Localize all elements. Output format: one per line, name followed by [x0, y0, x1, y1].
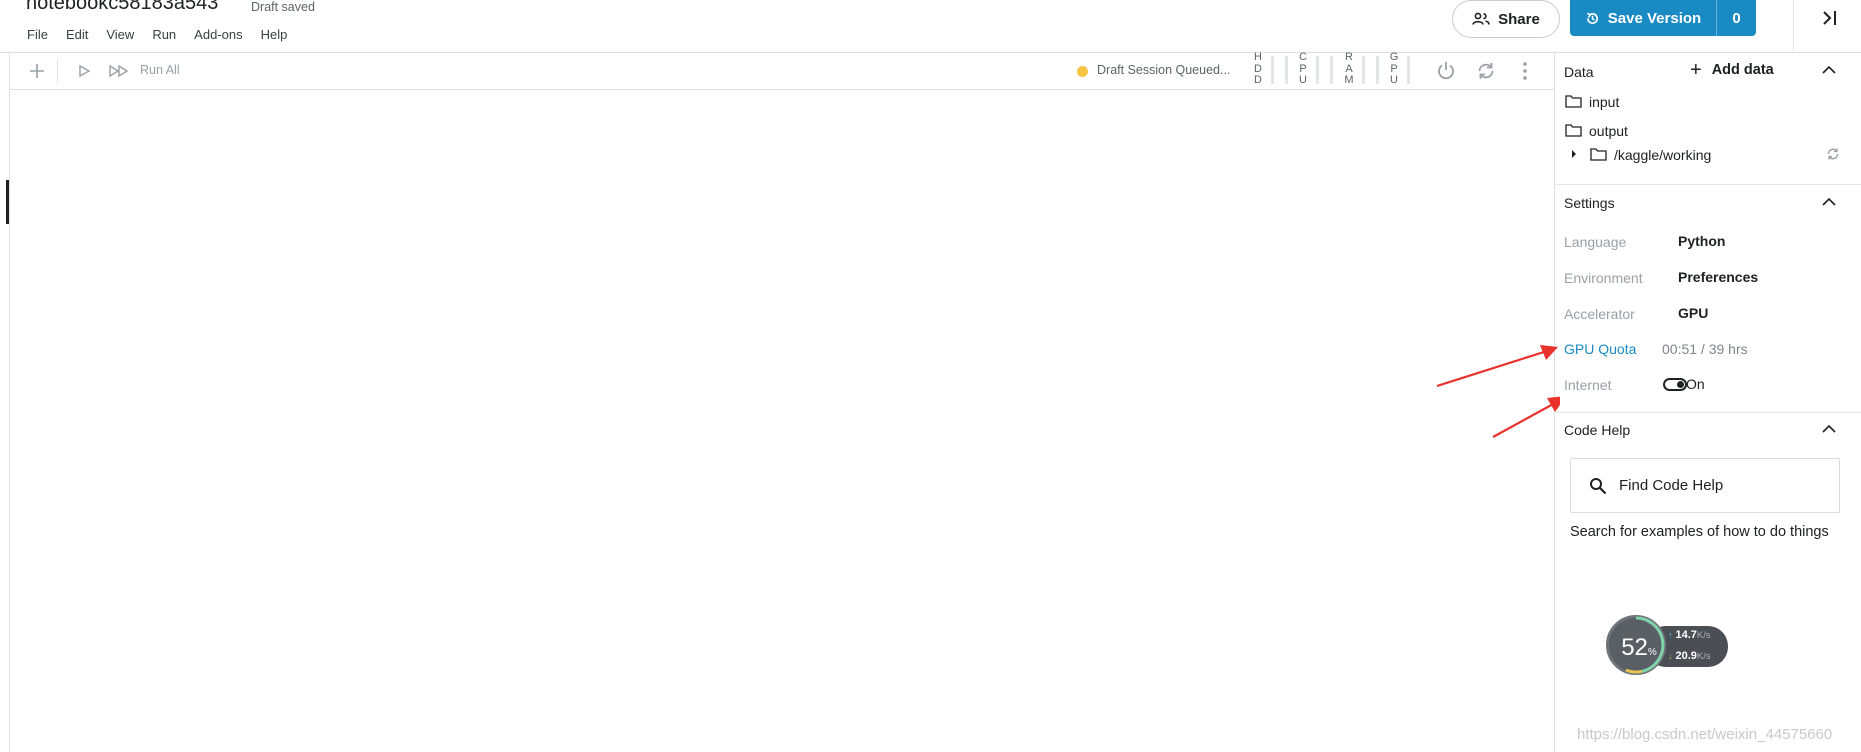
collapse-right-icon	[1823, 11, 1836, 25]
menu-edit[interactable]: Edit	[66, 27, 88, 45]
menu-run[interactable]: Run	[152, 27, 176, 45]
setting-language-label: Language	[1564, 234, 1627, 250]
download-unit: K/s	[1696, 651, 1711, 662]
save-version-button[interactable]: Save Version	[1570, 0, 1716, 36]
history-icon	[1586, 12, 1598, 24]
session-status: Draft Session Queued...	[1097, 63, 1231, 77]
code-help-search-input[interactable]: Find Code Help	[1570, 458, 1840, 513]
menu-help[interactable]: Help	[261, 27, 288, 45]
save-version-label: Save Version	[1607, 9, 1702, 27]
arrow-down-icon: ↓	[1668, 651, 1673, 661]
cpu-meter-label: CPU	[1299, 51, 1307, 86]
active-cell-marker[interactable]	[6, 180, 9, 224]
collapse-panel-button[interactable]	[1816, 2, 1846, 34]
more-options-icon[interactable]	[1519, 60, 1531, 82]
usage-percent: 52%	[1615, 634, 1663, 662]
setting-language-value[interactable]: Python	[1678, 233, 1725, 249]
setting-internet-label: Internet	[1564, 377, 1612, 393]
gpu-quota-value: 00:51 / 39 hrs	[1662, 341, 1748, 357]
add-cell-icon[interactable]	[28, 62, 46, 80]
gpu-meter-label: GPU	[1389, 51, 1399, 86]
data-section-title: Data	[1564, 64, 1594, 80]
upload-speed: ↑ 14.7K/s	[1668, 629, 1711, 641]
code-help-section-title: Code Help	[1564, 422, 1631, 438]
folder-icon	[1590, 148, 1607, 161]
network-monitor-widget[interactable]: ↑ 14.7K/s ↓ 20.9K/s 52%	[1606, 615, 1728, 677]
annotation-arrowhead-2	[1547, 396, 1560, 412]
run-all-button[interactable]: Run All	[140, 63, 180, 77]
plus-icon: +	[1690, 59, 1702, 81]
people-icon	[1472, 12, 1490, 25]
header-divider	[1793, 0, 1794, 52]
upload-unit: K/s	[1696, 630, 1711, 641]
download-speed: ↓ 20.9K/s	[1668, 650, 1711, 662]
refresh-icon[interactable]	[1826, 147, 1840, 161]
upload-value: 14.7	[1675, 629, 1697, 641]
power-icon[interactable]	[1435, 60, 1457, 82]
meter-divider	[1330, 56, 1333, 84]
run-cell-icon[interactable]	[77, 64, 91, 78]
settings-section-title: Settings	[1564, 195, 1615, 211]
download-value: 20.9	[1675, 650, 1697, 662]
sidebar-divider	[1555, 412, 1861, 413]
restart-icon[interactable]	[1475, 60, 1497, 82]
search-icon	[1590, 477, 1607, 494]
internet-state: On	[1686, 376, 1705, 392]
arrow-up-icon: ↑	[1668, 630, 1673, 640]
usage-percent-value: 52	[1621, 634, 1648, 661]
ram-meter-label: RAM	[1344, 51, 1354, 86]
folder-input[interactable]: input	[1589, 94, 1619, 110]
menu-file[interactable]: File	[27, 27, 48, 45]
gpu-quota-link[interactable]: GPU Quota	[1564, 341, 1636, 357]
annotation-arrows	[1436, 345, 1560, 438]
add-data-label: Add data	[1711, 62, 1774, 78]
run-all-icon[interactable]	[108, 64, 130, 78]
toolbar-divider	[57, 59, 58, 83]
toolbar-divider-line	[9, 89, 1554, 90]
working-folder-path[interactable]: /kaggle/working	[1614, 147, 1711, 163]
folder-icon	[1565, 124, 1582, 137]
usage-percent-unit: %	[1647, 647, 1657, 658]
cpu-meter-bar	[1316, 56, 1319, 84]
sidebar-divider	[1555, 184, 1861, 185]
editor-left-border	[9, 53, 10, 752]
hdd-meter-label: HDD	[1254, 51, 1262, 86]
meter-divider	[1376, 56, 1379, 84]
version-count-button[interactable]: 0	[1716, 0, 1756, 36]
session-status-dot	[1077, 66, 1088, 77]
code-help-placeholder: Find Code Help	[1619, 477, 1724, 494]
menu-bar: File Edit View Run Add-ons Help	[27, 27, 305, 45]
chevron-up-icon[interactable]	[1821, 63, 1837, 77]
chevron-up-icon[interactable]	[1821, 195, 1837, 209]
add-data-button[interactable]: + Add data	[1690, 59, 1774, 81]
chevron-up-icon[interactable]	[1821, 422, 1837, 436]
folder-icon	[1565, 95, 1582, 108]
internet-toggle[interactable]	[1663, 378, 1687, 391]
setting-environment-label: Environment	[1564, 270, 1643, 286]
usage-gauge: 52%	[1606, 615, 1666, 675]
share-button[interactable]: Share	[1452, 0, 1560, 38]
folder-output[interactable]: output	[1589, 123, 1628, 139]
header-divider-line	[0, 52, 1861, 53]
save-version-group: Save Version 0	[1570, 0, 1756, 36]
ram-meter-bar	[1362, 56, 1365, 84]
meter-divider	[1285, 56, 1288, 84]
code-help-description: Search for examples of how to do things	[1570, 524, 1829, 540]
watermark: https://blog.csdn.net/weixin_44575660	[1577, 726, 1833, 743]
notebook-title[interactable]: notebookc58183a543	[26, 0, 218, 15]
setting-environment-value[interactable]: Preferences	[1678, 269, 1758, 285]
hdd-meter-bar	[1271, 56, 1274, 84]
share-label: Share	[1498, 10, 1540, 28]
setting-accelerator-label: Accelerator	[1564, 306, 1635, 322]
menu-add-ons[interactable]: Add-ons	[194, 27, 242, 45]
save-status: Draft saved	[251, 0, 315, 14]
gpu-meter-bar	[1407, 56, 1410, 84]
caret-right-icon[interactable]	[1570, 149, 1578, 159]
setting-accelerator-value[interactable]: GPU	[1678, 305, 1708, 321]
menu-view[interactable]: View	[106, 27, 134, 45]
